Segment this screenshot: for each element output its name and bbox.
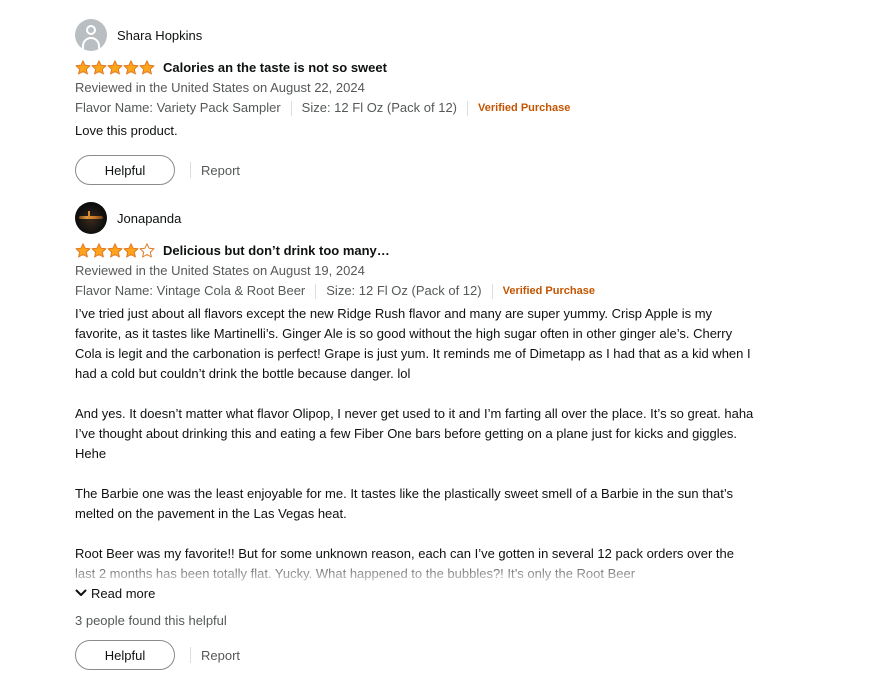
helpful-count: 3 people found this helpful [75,613,227,628]
divider [491,283,493,299]
divider [315,283,317,299]
star-empty-icon [139,242,155,257]
reviews-page: Shara Hopkins Calories an the taste is n… [0,0,871,681]
review-title[interactable]: Calories an the taste is not so sweet [163,60,387,75]
helpful-button[interactable]: Helpful [75,640,175,670]
star-filled-icon [91,242,107,257]
review-format: Flavor Name: Variety Pack Sampler Size: … [75,98,755,118]
helpful-button[interactable]: Helpful [75,155,175,185]
verified-purchase-badge: Verified Purchase [478,102,571,114]
review-paragraph: The Barbie one was the least enjoyable f… [75,486,734,521]
divider [190,647,191,663]
review-paragraph: I’ve tried just about all flavors except… [75,306,751,381]
review-title[interactable]: Delicious but don’t drink too many… [163,243,390,258]
divider [290,100,292,116]
star-rating[interactable] [75,59,155,75]
photo-avatar [75,202,107,234]
review-card: Jonapanda Delicious but don’t drink too … [75,202,755,670]
flavor-name[interactable]: Flavor Name: Variety Pack Sampler [75,98,281,118]
review-date: Reviewed in the United States on August … [75,80,365,95]
report-link[interactable]: Report [201,648,240,663]
size-name[interactable]: Size: 12 Fl Oz (Pack of 12) [326,281,481,301]
review-paragraph: Root Beer was my favorite!! But for some… [75,546,735,581]
star-filled-icon [123,242,139,257]
review-paragraph: And yes. It doesn’t matter what flavor O… [75,406,754,461]
review-body: Love this product. [75,121,755,141]
star-filled-icon [139,59,155,74]
reviewer-profile[interactable]: Jonapanda [75,202,755,234]
star-filled-icon [123,59,139,74]
review-date: Reviewed in the United States on August … [75,263,365,278]
verified-purchase-badge: Verified Purchase [502,285,595,297]
review-card: Shara Hopkins Calories an the taste is n… [75,19,755,185]
review-body: I’ve tried just about all flavors except… [75,304,755,584]
report-link[interactable]: Report [201,163,240,178]
star-filled-icon [107,59,123,74]
divider [190,162,191,178]
reviewer-name[interactable]: Shara Hopkins [117,28,202,43]
star-filled-icon [91,59,107,74]
review-title-row: Calories an the taste is not so sweet [75,56,755,78]
flavor-name[interactable]: Flavor Name: Vintage Cola & Root Beer [75,281,305,301]
star-filled-icon [75,242,91,257]
review-paragraph: Love this product. [75,123,178,138]
review-format: Flavor Name: Vintage Cola & Root Beer Si… [75,281,755,301]
star-rating[interactable] [75,242,155,258]
read-more-label[interactable]: Read more [91,586,155,601]
default-avatar-icon [75,19,107,51]
review-title-row: Delicious but don’t drink too many… [75,239,755,261]
review-actions: Helpful Report [75,640,755,670]
reviewer-profile[interactable]: Shara Hopkins [75,19,755,51]
chevron-down-icon [75,589,87,596]
star-filled-icon [107,242,123,257]
read-more-link[interactable]: Read more [75,583,755,603]
star-filled-icon [75,59,91,74]
reviewer-name[interactable]: Jonapanda [117,211,181,226]
divider [467,100,469,116]
size-name[interactable]: Size: 12 Fl Oz (Pack of 12) [302,98,457,118]
review-actions: Helpful Report [75,155,755,185]
